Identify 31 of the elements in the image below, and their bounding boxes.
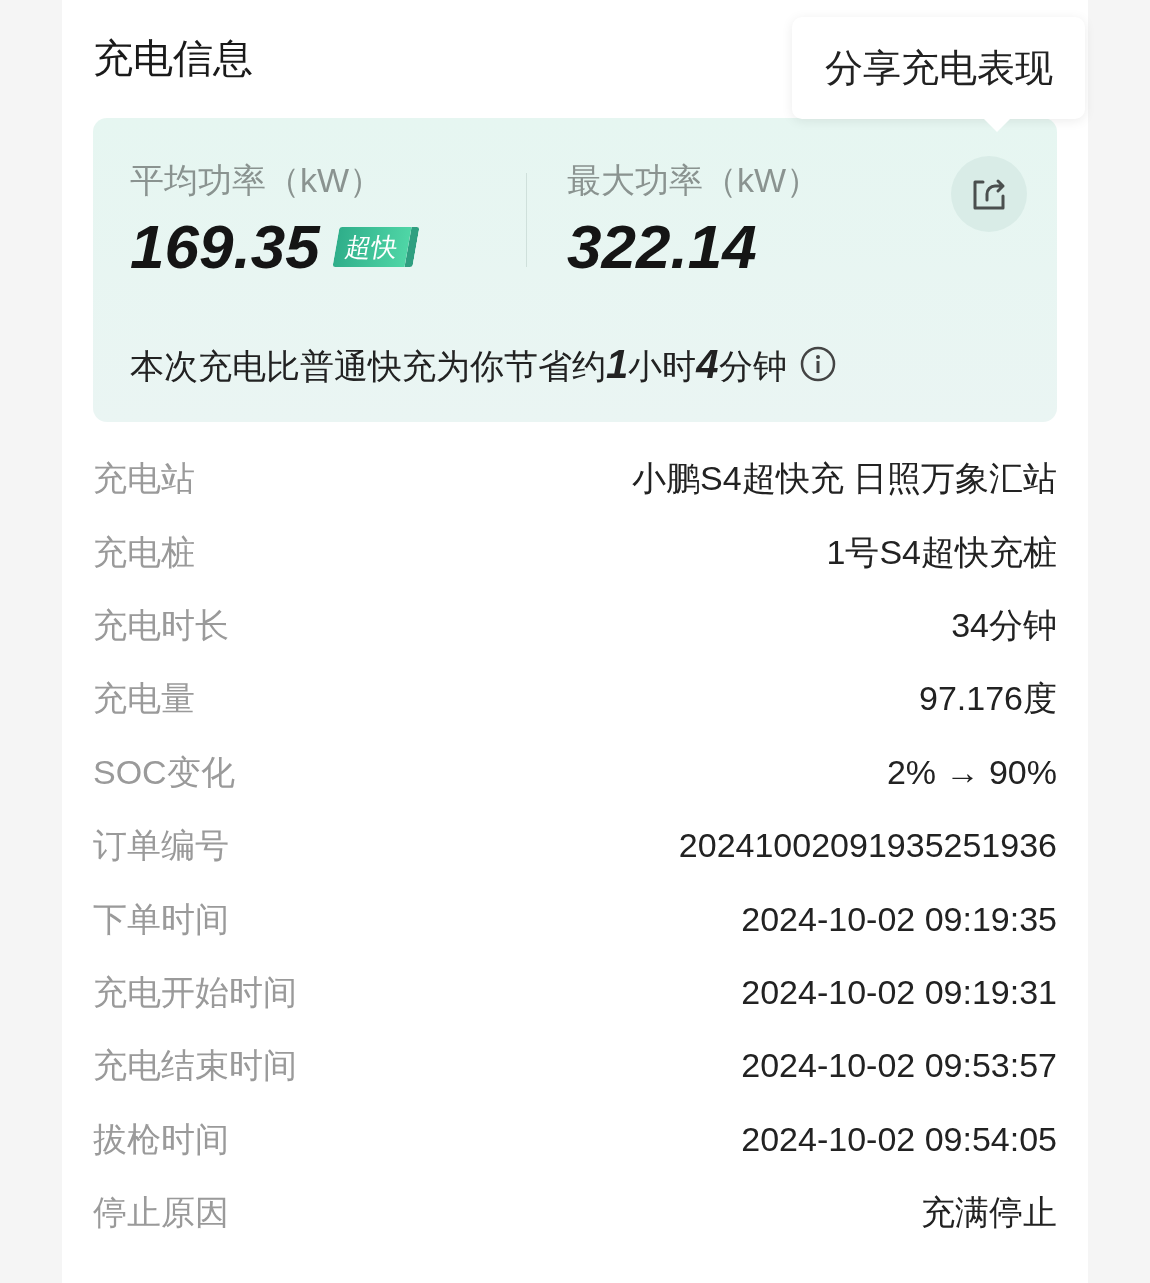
section-title: 充电信息	[93, 35, 253, 82]
field-label: 充电量	[93, 678, 195, 720]
field-value: 2% → 90%	[886, 751, 1057, 793]
field-value: 充满停止	[921, 1192, 1057, 1234]
savings-text: 本次充电比普通快充为你节省约1小时4分钟	[130, 341, 787, 388]
field-value: 2024-10-02 09:53:57	[741, 1045, 1057, 1087]
metric-label: 平均功率（kW）	[130, 160, 384, 201]
field-label: 充电站	[93, 458, 195, 500]
field-label: 拔枪时间	[93, 1118, 229, 1160]
field-label: 充电桩	[93, 531, 195, 573]
field-value: 小鹏S4超快充 日照万象汇站	[631, 458, 1057, 500]
field-label: 停止原因	[93, 1192, 229, 1234]
field-value: 1号S4超快充桩	[826, 531, 1057, 573]
metric-value: 169.35	[130, 212, 320, 282]
field-label: 充电时长	[93, 604, 229, 646]
field-value: 34分钟	[951, 604, 1057, 646]
metric-label: 最大功率（kW）	[567, 160, 821, 201]
tooltip-text: 分享充电表现	[824, 45, 1053, 91]
field-label: 订单编号	[93, 825, 229, 867]
field-value: 2024-10-02 09:19:31	[741, 971, 1057, 1013]
field-label: SOC变化	[93, 751, 235, 793]
metric-value: 322.14	[567, 212, 757, 282]
field-label: 下单时间	[93, 898, 229, 940]
speed-badge: 超快	[332, 227, 420, 267]
field-value: 20241002091935251936	[678, 825, 1057, 867]
field-label: 充电开始时间	[93, 971, 297, 1013]
field-value: 97.176度	[919, 678, 1057, 720]
field-label: 充电结束时间	[93, 1045, 297, 1087]
field-value: 2024-10-02 09:54:05	[741, 1118, 1057, 1160]
field-value: 2024-10-02 09:19:35	[741, 898, 1057, 940]
info-icon[interactable]	[798, 345, 837, 383]
